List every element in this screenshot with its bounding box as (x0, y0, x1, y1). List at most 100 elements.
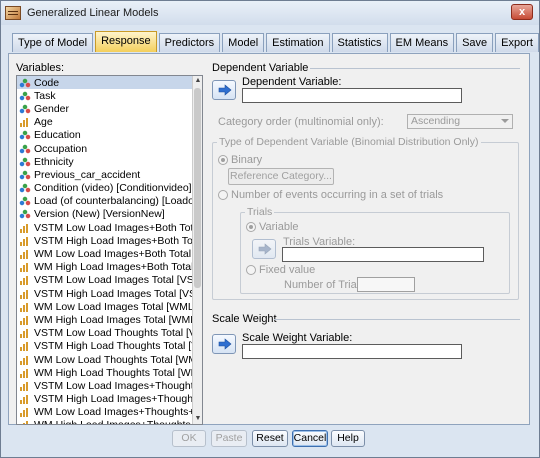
variable-list-item[interactable]: Version (New) [VersionNew] (17, 208, 202, 221)
variable-label: Gender (34, 102, 70, 115)
variable-label: Task (34, 89, 56, 102)
tab-model[interactable]: Model (222, 33, 265, 52)
cancel-button[interactable]: Cancel (292, 430, 328, 447)
variable-label: VSTM High Load Thoughts Total [VST... (34, 340, 202, 353)
help-button[interactable]: Help (331, 430, 365, 447)
variable-list-item[interactable]: VSTM Low Load Images+Thoughts+... (17, 379, 202, 392)
variable-list-item[interactable]: Occupation (17, 142, 202, 155)
title-bar: Generalized Linear Models x (1, 1, 539, 25)
variable-label: Ethnicity (34, 155, 74, 168)
ok-button[interactable]: OK (172, 430, 206, 447)
variable-list-item[interactable]: Previous_car_accident (17, 168, 202, 181)
variable-list-item[interactable]: VSTM Low Load Images+Both Total [... (17, 221, 202, 234)
scroll-down-icon[interactable]: ▼ (194, 415, 202, 423)
tab-type-of-model[interactable]: Type of Model (12, 33, 94, 52)
variable-list-item[interactable]: Condition (video) [Conditionvideo] (17, 182, 202, 195)
tab-estimation[interactable]: Estimation (266, 33, 330, 52)
close-button[interactable]: x (511, 4, 533, 20)
nominal-icon (19, 156, 31, 167)
paste-button[interactable]: Paste (211, 430, 247, 447)
reset-button[interactable]: Reset (252, 430, 288, 447)
tab-export[interactable]: Export (495, 33, 539, 52)
variable-list-item[interactable]: VSTM Low Load Thoughts Total [VST... (17, 327, 202, 340)
variable-list-item[interactable]: Gender (17, 102, 202, 115)
dependent-variable-field[interactable] (242, 88, 462, 103)
tab-response[interactable]: Response (95, 31, 157, 52)
nominal-icon (19, 77, 31, 88)
move-scale-weight-button[interactable] (212, 334, 236, 354)
category-order-value: Ascending (411, 115, 461, 127)
variable-list-item[interactable]: VSTM High Load Thoughts Total [VST... (17, 340, 202, 353)
tab-save[interactable]: Save (456, 33, 494, 52)
trials-variable-field[interactable] (282, 247, 484, 262)
scale-icon (19, 235, 31, 246)
variable-list-item[interactable]: Task (17, 89, 202, 102)
scale-weight-variable-label: Scale Weight Variable: (242, 332, 353, 344)
scale-icon (19, 301, 31, 312)
category-order-select[interactable]: Ascending (407, 114, 513, 129)
variable-label: Condition (video) [Conditionvideo] (34, 182, 192, 195)
nominal-icon (19, 169, 31, 180)
variable-list-item[interactable]: VSTM Low Load Images Total [VSTM... (17, 274, 202, 287)
tab-bar: Type of Model Response Predictors Model … (12, 31, 540, 53)
fixed-value-label: Fixed value (259, 264, 316, 276)
tab-predictors[interactable]: Predictors (158, 33, 221, 52)
nominal-icon (19, 183, 31, 194)
variable-list-item[interactable]: VSTM High Load Images+Thoughts+... (17, 393, 202, 406)
events-trials-radio[interactable] (218, 190, 228, 200)
variable-list-scrollbar[interactable]: ▲ ▼ (192, 76, 202, 424)
binary-radio[interactable] (218, 155, 228, 165)
scale-icon (19, 407, 31, 418)
trials-variable-radio[interactable] (246, 222, 256, 232)
variable-label: WM High Load Images+Both Total [W... (34, 261, 202, 274)
scale-weight-variable-field[interactable] (242, 344, 462, 359)
variable-label: WM Low Load Images Total [WMLow... (34, 300, 202, 313)
variable-label: WM Low Load Images+Thoughts+Bo... (34, 406, 202, 419)
variable-list-item[interactable]: VSTM High Load Images+Both Total [... (17, 234, 202, 247)
fixed-value-radio[interactable] (246, 265, 256, 275)
chevron-down-icon (501, 119, 509, 123)
variable-label: Version (New) [VersionNew] (34, 208, 165, 221)
number-of-trials-field[interactable] (357, 277, 415, 292)
variable-list-item[interactable]: Ethnicity (17, 155, 202, 168)
variable-list-item[interactable]: Code (17, 76, 202, 90)
variable-label: Code (34, 76, 60, 89)
move-trials-variable-button[interactable] (252, 239, 276, 259)
variable-list-item[interactable]: WM High Load Images Total [WMHig... (17, 313, 202, 326)
scale-icon (19, 222, 31, 233)
variable-list-item[interactable]: Education (17, 129, 202, 142)
nominal-icon (19, 130, 31, 141)
variable-label: WM High Load Thoughts Total [WMHi... (34, 366, 202, 379)
scroll-thumb[interactable] (194, 88, 201, 288)
scale-icon (19, 262, 31, 273)
tab-statistics[interactable]: Statistics (331, 33, 388, 52)
variable-list-item[interactable]: VSTM High Load Images Total [VSTM... (17, 287, 202, 300)
variable-list-item[interactable]: WM Low Load Images+Both Total [W... (17, 247, 202, 260)
right-arrow-icon (218, 338, 232, 350)
variable-list-item[interactable]: Age (17, 116, 202, 129)
variable-list-item[interactable]: WM High Load Images+Both Total [W... (17, 261, 202, 274)
variable-list-item[interactable]: WM Low Load Images Total [WMLow... (17, 300, 202, 313)
variable-list-item[interactable]: WM High Load Thoughts Total [WMHi... (17, 366, 202, 379)
reference-category-button[interactable]: Reference Category... (228, 168, 334, 185)
move-dependent-button[interactable] (212, 80, 236, 100)
scale-icon (19, 117, 31, 128)
variable-list-item[interactable]: WM Low Load Images+Thoughts+Bo... (17, 406, 202, 419)
variable-list-item[interactable]: Load (of counterbalancing) [Loadofco... (17, 195, 202, 208)
variable-list[interactable]: Code Task Gender Age Education Occupation Ethn… (16, 75, 203, 425)
scale-weight-section-title: Scale Weight (212, 313, 277, 325)
scale-icon (19, 314, 31, 325)
app-icon (5, 6, 21, 20)
scroll-up-icon[interactable]: ▲ (194, 77, 202, 85)
variable-list-item[interactable]: WM Low Load Thoughts Total [WMLo... (17, 353, 202, 366)
tab-em-means[interactable]: EM Means (389, 33, 455, 52)
variable-list-item[interactable]: WM High Load Images+Thoughts+B... (17, 419, 202, 424)
right-arrow-icon (258, 243, 272, 255)
nominal-icon (19, 90, 31, 101)
binary-label: Binary (231, 154, 263, 166)
variable-label: WM Low Load Images+Both Total [W... (34, 248, 202, 261)
scale-icon (19, 341, 31, 352)
right-arrow-icon (218, 84, 232, 96)
dependent-section-title: Dependent Variable (212, 62, 309, 74)
events-trials-label: Number of events occurring in a set of t… (231, 189, 444, 201)
